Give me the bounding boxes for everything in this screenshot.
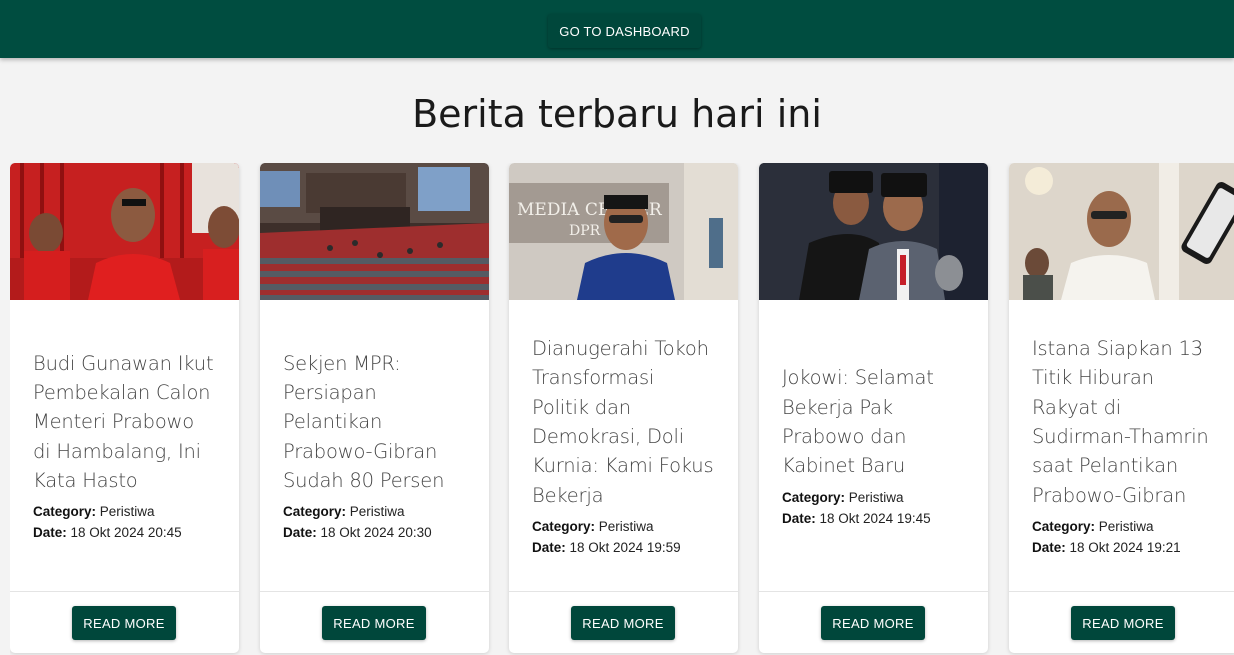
category-label: Category: (532, 518, 596, 534)
date-label: Date: (532, 539, 566, 555)
news-card: Istana Siapkan 13 Titik Hiburan Rakyat d… (1009, 163, 1234, 653)
news-card-category: Category: Peristiwa (283, 501, 467, 522)
news-card-category: Category: Peristiwa (532, 516, 716, 537)
news-card-footer: READ MORE (509, 591, 738, 653)
news-card-body: Istana Siapkan 13 Titik Hiburan Rakyat d… (1009, 300, 1234, 592)
news-card-date: Date: 18 Okt 2024 19:21 (1032, 537, 1216, 558)
category-label: Category: (33, 504, 97, 520)
news-card-body: Budi Gunawan Ikut Pembekalan Calon Mente… (10, 300, 239, 592)
date-label: Date: (283, 525, 317, 541)
news-card-date: Date: 18 Okt 2024 20:30 (283, 522, 467, 543)
category-value: Peristiwa (349, 504, 405, 520)
news-card-footer: READ MORE (1009, 591, 1234, 653)
read-more-button[interactable]: READ MORE (571, 606, 675, 640)
read-more-button[interactable]: READ MORE (322, 606, 426, 640)
news-card-title[interactable]: Sekjen MPR: Persiapan Pelantikan Prabowo… (283, 349, 467, 495)
category-label: Category: (283, 504, 347, 520)
category-value: Peristiwa (1098, 518, 1154, 534)
date-value: 18 Okt 2024 19:45 (819, 510, 931, 526)
news-card-title[interactable]: Jokowi: Selamat Bekerja Pak Prabowo dan … (782, 363, 966, 480)
read-more-button[interactable]: READ MORE (821, 606, 925, 640)
news-card-body: Jokowi: Selamat Bekerja Pak Prabowo dan … (759, 300, 988, 592)
news-card-image[interactable]: MEDIA CENTER DPR (509, 163, 738, 300)
news-card-category: Category: Peristiwa (33, 501, 217, 522)
read-more-button[interactable]: READ MORE (72, 606, 176, 640)
news-card-title[interactable]: Dianugerahi Tokoh Transformasi Politik d… (532, 334, 716, 510)
news-card-image[interactable] (260, 163, 489, 300)
news-card: Sekjen MPR: Persiapan Pelantikan Prabowo… (260, 163, 489, 653)
date-value: 18 Okt 2024 20:30 (320, 525, 432, 541)
news-card-body: Sekjen MPR: Persiapan Pelantikan Prabowo… (260, 300, 489, 592)
news-card: MEDIA CENTER DPR Dianugerahi Tokoh Trans… (509, 163, 738, 653)
news-card-footer: READ MORE (10, 591, 239, 653)
news-card-image[interactable] (1009, 163, 1234, 300)
news-card-title[interactable]: Budi Gunawan Ikut Pembekalan Calon Mente… (33, 349, 217, 495)
category-label: Category: (1032, 518, 1096, 534)
category-label: Category: (782, 489, 846, 505)
date-value: 18 Okt 2024 19:21 (1069, 539, 1181, 555)
date-value: 18 Okt 2024 19:59 (569, 539, 681, 555)
date-label: Date: (33, 525, 67, 541)
top-bar: GO TO DASHBOARD (0, 0, 1234, 58)
news-card: Jokowi: Selamat Bekerja Pak Prabowo dan … (759, 163, 988, 653)
news-card-image[interactable] (10, 163, 239, 300)
news-card-image[interactable] (759, 163, 988, 300)
category-value: Peristiwa (598, 518, 654, 534)
news-card-body: Dianugerahi Tokoh Transformasi Politik d… (509, 300, 738, 592)
date-label: Date: (1032, 539, 1066, 555)
news-card: Budi Gunawan Ikut Pembekalan Calon Mente… (10, 163, 239, 653)
news-card-title[interactable]: Istana Siapkan 13 Titik Hiburan Rakyat d… (1032, 334, 1216, 510)
category-value: Peristiwa (848, 489, 904, 505)
news-card-date: Date: 18 Okt 2024 19:59 (532, 537, 716, 558)
news-card-category: Category: Peristiwa (1032, 516, 1216, 537)
read-more-button[interactable]: READ MORE (1071, 606, 1175, 640)
news-card-date: Date: 18 Okt 2024 20:45 (33, 522, 217, 543)
date-value: 18 Okt 2024 20:45 (70, 525, 182, 541)
category-value: Peristiwa (99, 504, 155, 520)
date-label: Date: (782, 510, 816, 526)
news-card-footer: READ MORE (759, 591, 988, 653)
dpr-sign-text: DPR (569, 223, 601, 239)
news-card-footer: READ MORE (260, 591, 489, 653)
page-title: Berita terbaru hari ini (412, 92, 822, 136)
news-card-category: Category: Peristiwa (782, 487, 966, 508)
news-card-date: Date: 18 Okt 2024 19:45 (782, 508, 966, 529)
go-to-dashboard-button[interactable]: GO TO DASHBOARD (548, 14, 701, 48)
news-card-list: Budi Gunawan Ikut Pembekalan Calon Mente… (10, 163, 1234, 655)
